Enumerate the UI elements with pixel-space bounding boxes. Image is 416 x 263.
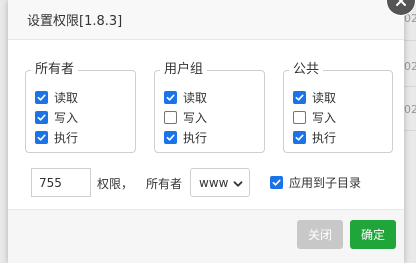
- permission-input[interactable]: 755: [31, 168, 91, 197]
- checkbox[interactable]: [270, 176, 283, 189]
- group-owner: 所有者 读取 写入 执行: [25, 62, 136, 153]
- bg-text-fragment: 02: [404, 103, 416, 116]
- apply-subdirs-option[interactable]: 应用到子目录: [270, 174, 361, 191]
- apply-subdirs-label: 应用到子目录: [289, 176, 362, 190]
- checkbox[interactable]: [35, 130, 48, 144]
- option-label: 读取: [54, 90, 79, 105]
- group-exec-option[interactable]: 执行: [164, 129, 207, 145]
- option-label: 读取: [312, 90, 337, 105]
- owner-select[interactable]: www: [190, 168, 250, 197]
- option-label: 读取: [183, 90, 208, 105]
- group-usergroup: 用户组 读取 写入 执行: [154, 62, 265, 153]
- checkbox[interactable]: [293, 110, 306, 124]
- option-label: 写入: [312, 110, 337, 125]
- owner-select-value: www: [199, 175, 229, 190]
- option-label: 执行: [312, 130, 337, 145]
- owner-label: 所有者: [146, 177, 183, 191]
- permission-label: 权限，: [97, 177, 134, 191]
- bg-row-divider: [404, 86, 416, 87]
- owner-exec-option[interactable]: 执行: [35, 129, 78, 145]
- checkbox[interactable]: [164, 90, 177, 104]
- option-label: 写入: [54, 110, 79, 125]
- option-label: 执行: [183, 130, 208, 145]
- bg-row-divider: [404, 40, 416, 41]
- checkbox[interactable]: [35, 110, 48, 124]
- option-label: 写入: [183, 110, 208, 125]
- checkbox[interactable]: [293, 130, 306, 144]
- public-write-option[interactable]: 写入: [293, 109, 336, 125]
- dialog-title: 设置权限[1.8.3]: [27, 14, 123, 29]
- public-read-option[interactable]: 读取: [293, 89, 336, 105]
- owner-write-option[interactable]: 写入: [35, 109, 78, 125]
- checkbox[interactable]: [35, 90, 48, 104]
- group-public: 公共 读取 写入 执行: [283, 62, 393, 153]
- group-legend: 公共: [289, 62, 324, 78]
- dialog-footer: 关闭 确定: [8, 209, 404, 263]
- owner-read-option[interactable]: 读取: [35, 89, 78, 105]
- dialog-header: 设置权限[1.8.3]: [8, 0, 404, 40]
- group-legend: 所有者: [31, 62, 79, 78]
- group-write-option[interactable]: 写入: [164, 109, 207, 125]
- option-label: 执行: [54, 130, 79, 145]
- confirm-button[interactable]: 确定: [350, 220, 396, 249]
- group-read-option[interactable]: 读取: [164, 89, 207, 105]
- checkbox[interactable]: [293, 90, 306, 104]
- checkbox[interactable]: [164, 110, 177, 124]
- group-legend: 用户组: [160, 62, 208, 78]
- close-button[interactable]: 关闭: [297, 220, 343, 249]
- public-exec-option[interactable]: 执行: [293, 129, 336, 145]
- chevron-down-icon: [233, 178, 243, 192]
- checkbox[interactable]: [164, 130, 177, 144]
- permission-dialog: 设置权限[1.8.3] 所有者 读取 写入 执行 用户组 读取 写入 执行 公共…: [8, 0, 404, 263]
- bg-row-divider: [404, 130, 416, 131]
- bg-text-fragment: 02: [404, 60, 416, 73]
